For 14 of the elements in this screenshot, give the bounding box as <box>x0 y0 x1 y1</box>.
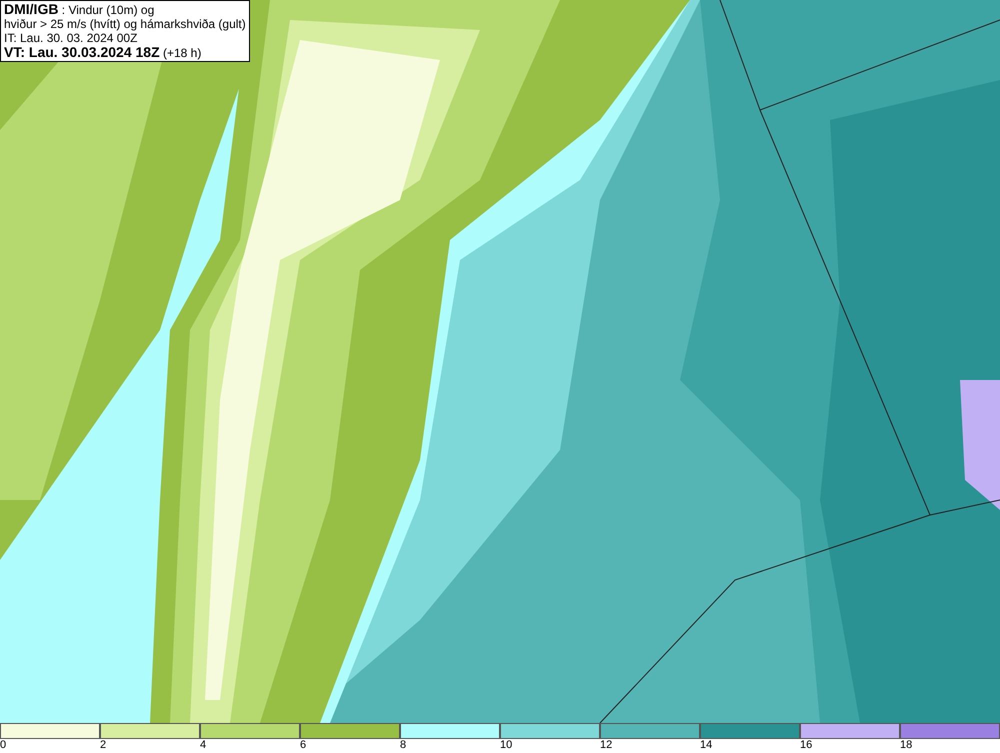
legend-label: 14 <box>700 739 712 752</box>
legend-label: 18 <box>900 739 912 752</box>
legend-label: 12 <box>600 739 612 752</box>
legend-label: 10 <box>500 739 512 752</box>
legend-label: 0 <box>0 739 6 752</box>
title-line: DMI/IGB : Vindur (10m) og <box>4 2 156 17</box>
legend-label: 2 <box>100 739 106 752</box>
title-line: VT: Lau. 30.03.2024 18Z (+18 h) <box>4 45 202 60</box>
legend-label: 6 <box>300 739 306 752</box>
legend-label: 16 <box>800 739 812 752</box>
legend-label: 4 <box>200 739 206 752</box>
title-line: hviður > 25 m/s (hvítt) og hámarkshviða (gult) <box>4 17 246 31</box>
title-line: IT: Lau. 30. 03. 2024 00Z <box>4 31 138 45</box>
legend-label: 8 <box>400 739 406 752</box>
